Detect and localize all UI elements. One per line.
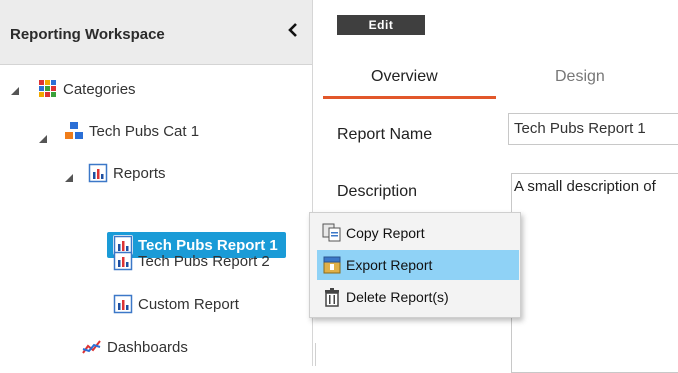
workspace-header: Reporting Workspace: [0, 0, 312, 65]
tree-node-tech-pubs-cat-1[interactable]: Tech Pubs Cat 1: [64, 119, 199, 143]
pane-divider: [315, 343, 316, 366]
trash-icon: [322, 287, 342, 307]
menu-item-copy-report[interactable]: Copy Report: [317, 218, 519, 248]
tree-label-reports: Reports: [113, 164, 166, 182]
report-icon: [113, 251, 133, 271]
menu-label-delete: Delete Report(s): [346, 289, 449, 305]
tree-label-custom-report: Custom Report: [138, 295, 239, 313]
report-context-menu: Copy Report Export Report Delete Report(…: [309, 212, 521, 318]
expand-toggle-cat1[interactable]: [38, 134, 48, 144]
export-zip-icon: [322, 255, 342, 275]
reporting-workspace-panel: Reporting Workspace Categories Tech Pubs…: [0, 0, 313, 366]
active-tab-indicator: [323, 96, 496, 99]
menu-item-delete-reports[interactable]: Delete Report(s): [317, 282, 519, 312]
description-textarea[interactable]: A small description of: [511, 173, 678, 373]
menu-label-export: Export Report: [346, 257, 433, 273]
categories-grid-icon: [38, 79, 58, 99]
tree-label-report-2: Tech Pubs Report 2: [138, 252, 270, 270]
tree-node-dashboards[interactable]: Dashboards: [82, 335, 188, 359]
report-name-input[interactable]: Tech Pubs Report 1: [508, 113, 678, 145]
workspace-title: Reporting Workspace: [10, 26, 165, 43]
tree-node-categories[interactable]: Categories: [38, 77, 136, 101]
collapse-panel-icon[interactable]: [286, 22, 302, 38]
edit-button[interactable]: Edit: [337, 15, 425, 35]
tab-overview[interactable]: Overview: [371, 68, 438, 86]
tree-label-cat1: Tech Pubs Cat 1: [89, 122, 200, 140]
expand-toggle-reports[interactable]: [64, 173, 74, 183]
category-icon: [64, 121, 84, 141]
report-name-label: Report Name: [337, 126, 433, 143]
tree-node-tech-pubs-report-2[interactable]: Tech Pubs Report 2: [113, 249, 270, 273]
tab-design[interactable]: Design: [555, 68, 605, 86]
tree-label-dashboards: Dashboards: [107, 338, 188, 356]
tree-label-categories: Categories: [63, 80, 136, 98]
description-label: Description: [337, 183, 418, 200]
reports-folder-icon: [88, 163, 108, 183]
menu-item-export-report[interactable]: Export Report: [317, 250, 519, 280]
expand-toggle-categories[interactable]: [10, 86, 20, 96]
dashboard-line-icon: [82, 337, 102, 357]
report-icon: [113, 294, 133, 314]
tree-node-custom-report[interactable]: Custom Report: [113, 292, 239, 316]
tree-node-reports[interactable]: Reports: [88, 161, 166, 185]
copy-icon: [322, 223, 342, 243]
menu-label-copy: Copy Report: [346, 225, 425, 241]
